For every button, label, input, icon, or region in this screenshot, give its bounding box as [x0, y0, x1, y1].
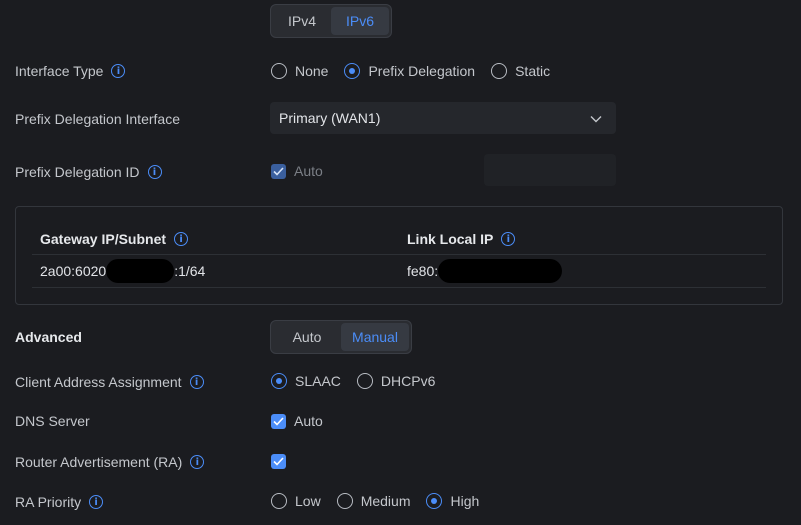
dns-server-row-label: DNS Server: [15, 411, 90, 431]
ra-priority-low-option[interactable]: Low: [271, 493, 321, 509]
prefix-delegation-id-auto[interactable]: Auto: [271, 161, 323, 181]
prefix-delegation-id-label: Prefix Delegation ID: [15, 164, 140, 180]
radio-medium[interactable]: [336, 493, 353, 509]
client-address-assignment-row-label: Client Address Assignment i: [15, 372, 204, 392]
prefix-delegation-id-row-label: Prefix Delegation ID i: [15, 162, 162, 182]
advanced-row-label: Advanced: [15, 327, 82, 347]
divider: [32, 287, 766, 288]
ra-priority-radio-group: Low Medium High: [271, 491, 495, 511]
radio-static[interactable]: [491, 63, 508, 79]
router-advertisement-label: Router Advertisement (RA): [15, 454, 183, 470]
dns-server-auto[interactable]: Auto: [271, 411, 323, 431]
radio-high[interactable]: [426, 493, 443, 509]
info-icon[interactable]: i: [111, 64, 126, 78]
address-info-panel: Gateway IP/Subnet i Link Local IP i 2a00…: [15, 206, 783, 305]
redacted-block: [106, 259, 175, 283]
radio-label: High: [450, 493, 480, 509]
radio-low[interactable]: [271, 493, 287, 509]
gateway-value: 2a00:6020 :1/64: [40, 259, 205, 283]
router-advertisement-toggle[interactable]: [271, 451, 286, 471]
link-local-prefix: fe80::: [407, 263, 443, 279]
info-icon[interactable]: i: [174, 232, 189, 246]
gateway-prefix: 2a00:6020: [40, 263, 107, 279]
radio-label: SLAAC: [295, 373, 341, 389]
radio-label: DHCPv6: [380, 373, 436, 389]
dns-server-label: DNS Server: [15, 413, 90, 429]
ra-priority-row-label: RA Priority i: [15, 492, 104, 512]
tab-auto[interactable]: Auto: [273, 323, 341, 351]
ip-version-toggle: IPv4 IPv6: [270, 4, 392, 38]
gateway-header: Gateway IP/Subnet i: [40, 229, 189, 249]
interface-type-radio-group: None Prefix Delegation Static: [271, 61, 566, 81]
dns-auto-checkbox[interactable]: [271, 413, 286, 429]
ra-priority-label: RA Priority: [15, 494, 82, 510]
slaac-option[interactable]: SLAAC: [271, 373, 341, 389]
info-icon[interactable]: i: [501, 232, 516, 246]
tab-ipv4[interactable]: IPv4: [273, 7, 331, 35]
advanced-mode-toggle: Auto Manual: [270, 320, 412, 354]
interface-type-label: Interface Type: [15, 63, 104, 79]
router-advertisement-row-label: Router Advertisement (RA) i: [15, 452, 205, 472]
info-icon[interactable]: i: [189, 375, 204, 389]
divider: [32, 254, 766, 255]
dns-auto-label: Auto: [294, 413, 323, 429]
link-local-header-label: Link Local IP: [407, 231, 494, 247]
tab-ipv6[interactable]: IPv6: [331, 7, 389, 35]
prefix-delegation-interface-row-label: Prefix Delegation Interface: [15, 109, 180, 129]
prefix-delegation-interface-select[interactable]: Primary (WAN1): [270, 102, 616, 134]
radio-label: None: [295, 63, 329, 79]
ra-priority-medium-option[interactable]: Medium: [336, 493, 411, 509]
redacted-block: [438, 259, 563, 283]
select-value: Primary (WAN1): [279, 110, 381, 126]
prefix-delegation-id-input[interactable]: [484, 154, 616, 186]
info-icon[interactable]: i: [190, 455, 205, 469]
interface-type-none-option[interactable]: None: [271, 63, 328, 79]
radio-slaac[interactable]: [271, 373, 287, 389]
interface-type-row-label: Interface Type i: [15, 61, 126, 81]
ra-priority-high-option[interactable]: High: [426, 493, 479, 509]
radio-dhcpv6[interactable]: [356, 373, 373, 389]
radio-none[interactable]: [271, 63, 287, 79]
link-local-header: Link Local IP i: [407, 229, 516, 249]
chevron-down-icon: [590, 110, 602, 126]
tab-manual[interactable]: Manual: [341, 323, 409, 351]
link-local-value: fe80::: [407, 259, 563, 283]
radio-prefix-delegation[interactable]: [344, 63, 361, 79]
client-address-radio-group: SLAAC DHCPv6: [271, 371, 451, 391]
radio-label: Medium: [360, 493, 411, 509]
auto-checkbox[interactable]: [271, 163, 286, 179]
radio-label: Low: [295, 493, 321, 509]
prefix-delegation-interface-label: Prefix Delegation Interface: [15, 111, 180, 127]
radio-label: Prefix Delegation: [368, 63, 476, 79]
router-advertisement-checkbox[interactable]: [271, 453, 286, 469]
advanced-label: Advanced: [15, 329, 82, 345]
interface-type-static-option[interactable]: Static: [491, 63, 550, 79]
info-icon[interactable]: i: [147, 165, 162, 179]
info-icon[interactable]: i: [89, 495, 104, 509]
gateway-suffix: :1/64: [174, 263, 206, 279]
interface-type-prefix-delegation-option[interactable]: Prefix Delegation: [344, 63, 475, 79]
dhcpv6-option[interactable]: DHCPv6: [356, 373, 436, 389]
radio-label: Static: [515, 63, 551, 79]
auto-label: Auto: [294, 163, 323, 179]
gateway-header-label: Gateway IP/Subnet: [40, 231, 167, 247]
client-address-assignment-label: Client Address Assignment: [15, 374, 182, 390]
